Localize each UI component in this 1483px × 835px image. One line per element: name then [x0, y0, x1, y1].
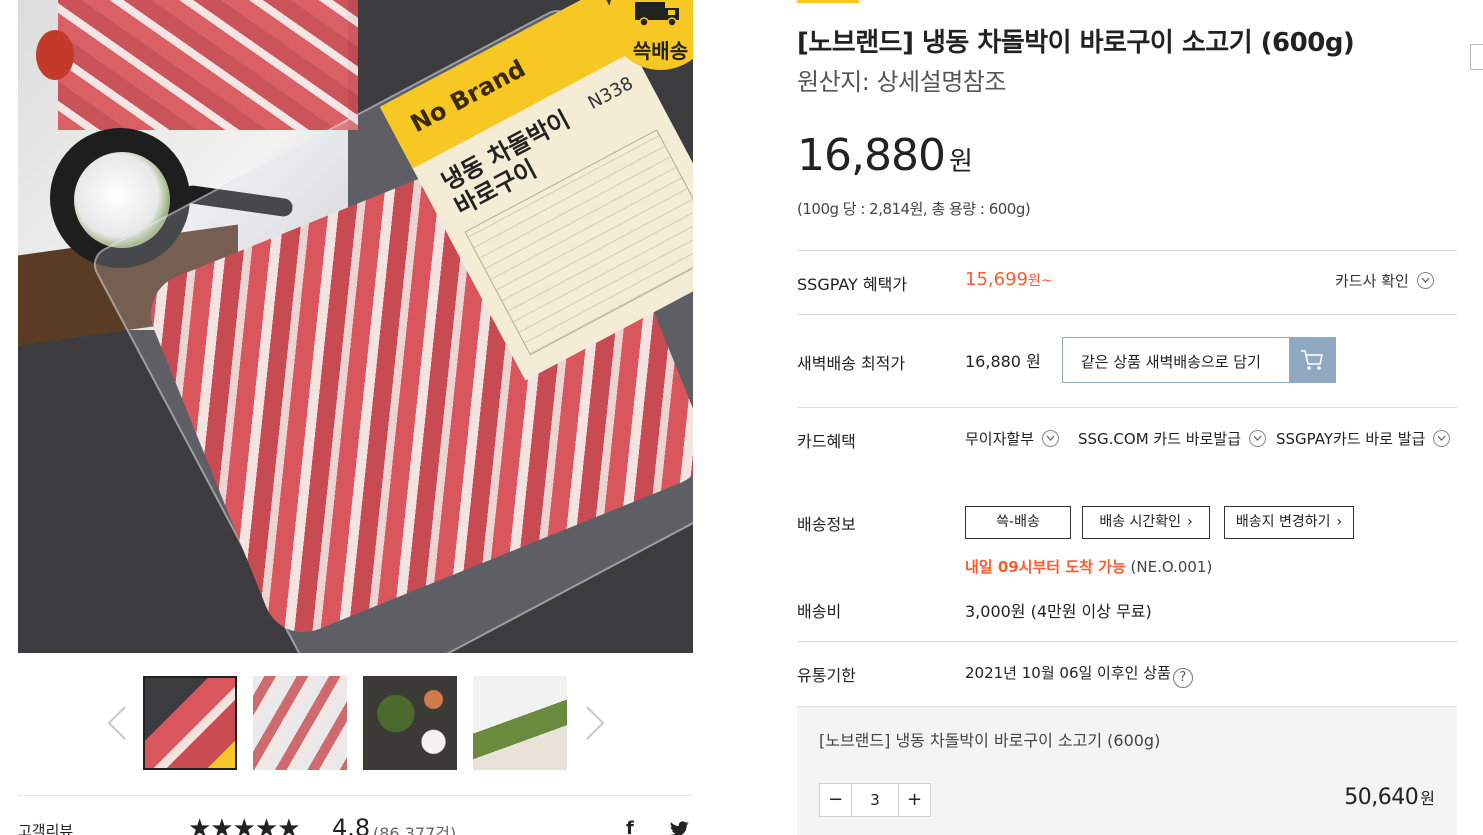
- main-product-image[interactable]: No Brand 냉동 차돌박이 바로구이 N338 쓱배송: [18, 0, 693, 653]
- price-value: 16,880: [797, 130, 946, 181]
- chevron-down-icon: [1248, 430, 1266, 447]
- rating-value: 4.8: [332, 814, 371, 835]
- ssg-delivery-badge: 쓱배송: [608, 0, 693, 70]
- add-dawn-delivery-button[interactable]: 같은 상품 새벽배송으로 담기: [1062, 337, 1336, 383]
- divider: [797, 407, 1457, 408]
- divider: [797, 250, 1457, 251]
- chevron-right-icon: [586, 706, 605, 740]
- option-name: [노브랜드] 냉동 차돌박이 바로구이 소고기 (600g): [819, 731, 1161, 750]
- quantity-stepper: − +: [819, 783, 931, 817]
- arrival-code: (NE.O.001): [1130, 558, 1213, 576]
- selected-option-box: [노브랜드] 냉동 차돌박이 바로구이 소고기 (600g) − + 50,64…: [797, 706, 1457, 835]
- thumbnail-4[interactable]: [473, 676, 567, 770]
- chevron-right-icon: ›: [1187, 514, 1193, 530]
- ssgpay-label: SSGPAY 혜택가: [797, 275, 908, 294]
- expiry-label: 유통기한: [797, 666, 856, 685]
- thumbnail-next-button[interactable]: [581, 705, 607, 741]
- ssgpay-price: 15,699원~: [965, 269, 1053, 290]
- chevron-down-icon: [1416, 272, 1434, 289]
- benefit-ssg-card-label: SSG.COM 카드 바로발급: [1078, 430, 1241, 448]
- thumbnail-1[interactable]: [143, 676, 237, 770]
- thumbnail-2[interactable]: [253, 676, 347, 770]
- benefit-ssg-card[interactable]: SSG.COM 카드 바로발급: [1078, 428, 1266, 449]
- option-total: 50,640 원: [1344, 785, 1435, 810]
- arrival-highlight: 내일 09시부터 도착 가능: [965, 558, 1126, 576]
- truck-icon: [635, 2, 679, 26]
- review-summary: 고객리뷰 ★★★★★ 4.8 (86,377건) f: [18, 795, 693, 835]
- card-benefit-label: 카드혜택: [797, 432, 856, 451]
- shipping-label: 배송정보: [797, 515, 856, 534]
- benefit-installment[interactable]: 무이자할부: [965, 428, 1059, 449]
- divider: [797, 314, 1457, 315]
- dawn-price: 16,880 원: [965, 352, 1041, 371]
- dawn-cart-block: [1289, 338, 1335, 382]
- dawn-button-label: 같은 상품 새벽배송으로 담기: [1081, 353, 1261, 371]
- ssgpay-price-value: 15,699: [965, 269, 1028, 290]
- review-label: 고객리뷰: [18, 822, 74, 835]
- product-title: [노브랜드] 냉동 차돌박이 바로구이 소고기 (600g): [797, 28, 1355, 58]
- product-origin: 원산지: 상세설명참조: [797, 68, 1006, 96]
- option-total-unit: 원: [1420, 789, 1435, 808]
- help-icon[interactable]: ?: [1172, 668, 1193, 688]
- ssgpay-price-suffix: 원~: [1027, 273, 1053, 289]
- benefit-ssgpay-card-label: SSGPAY카드 바로 발급: [1276, 430, 1426, 448]
- top-accent-line: [797, 0, 859, 3]
- quantity-decrease-button[interactable]: −: [820, 784, 852, 816]
- delivery-time-button[interactable]: 배송 시간확인 ›: [1082, 506, 1210, 539]
- side-panel-toggle[interactable]: [1470, 44, 1483, 70]
- divider: [797, 641, 1457, 642]
- product-price: 16,880 원: [797, 130, 973, 181]
- thumbnail-3[interactable]: [363, 676, 457, 770]
- option-total-value: 50,640: [1344, 785, 1419, 810]
- chevron-left-icon: [107, 706, 126, 740]
- image-tomato: [36, 30, 74, 80]
- unit-price-info: (100g 당 : 2,814원, 총 용량 : 600g): [797, 200, 1031, 218]
- change-address-button[interactable]: 배송지 변경하기 ›: [1224, 506, 1354, 539]
- chevron-right-icon: ›: [1336, 514, 1343, 530]
- ssg-delivery-button[interactable]: 쓱-배송: [965, 506, 1071, 539]
- quantity-increase-button[interactable]: +: [898, 784, 930, 816]
- shipping-fee-label: 배송비: [797, 602, 842, 621]
- benefit-installment-label: 무이자할부: [965, 430, 1035, 448]
- dawn-label: 새벽배송 최적가: [797, 354, 906, 373]
- expiry-date: 2021년 10월 06일 이후인 상품: [965, 664, 1171, 682]
- expiry-value: 2021년 10월 06일 이후인 상품?: [965, 662, 1193, 688]
- card-check-button[interactable]: 카드사 확인: [1335, 270, 1434, 291]
- arrival-info: 내일 09시부터 도착 가능 (NE.O.001): [965, 556, 1212, 577]
- shipping-fee: 3,000원 (4만원 이상 무료): [965, 602, 1152, 621]
- thumbnail-strip: [105, 675, 615, 771]
- badge-label: 쓱배송: [632, 39, 689, 63]
- twitter-share-icon[interactable]: [668, 818, 690, 835]
- change-address-button-label: 배송지 변경하기: [1235, 514, 1331, 530]
- rating-stars-icon: ★★★★★: [188, 814, 301, 835]
- thumbnail-prev-button[interactable]: [105, 705, 131, 741]
- facebook-share-icon[interactable]: f: [626, 818, 634, 835]
- cart-icon: [1301, 350, 1323, 370]
- quantity-input[interactable]: [852, 784, 898, 816]
- package-code: N338: [584, 72, 637, 114]
- ssg-delivery-button-label: 쓱-배송: [996, 514, 1040, 530]
- benefit-ssgpay-card[interactable]: SSGPAY카드 바로 발급: [1276, 428, 1451, 449]
- review-count-link[interactable]: (86,377건): [373, 820, 456, 835]
- price-unit: 원: [948, 147, 973, 177]
- chevron-down-icon: [1041, 430, 1059, 447]
- image-meat-corner: [58, 0, 358, 130]
- delivery-time-button-label: 배송 시간확인: [1099, 514, 1182, 530]
- chevron-down-icon: [1433, 430, 1451, 447]
- card-check-label: 카드사 확인: [1335, 272, 1409, 290]
